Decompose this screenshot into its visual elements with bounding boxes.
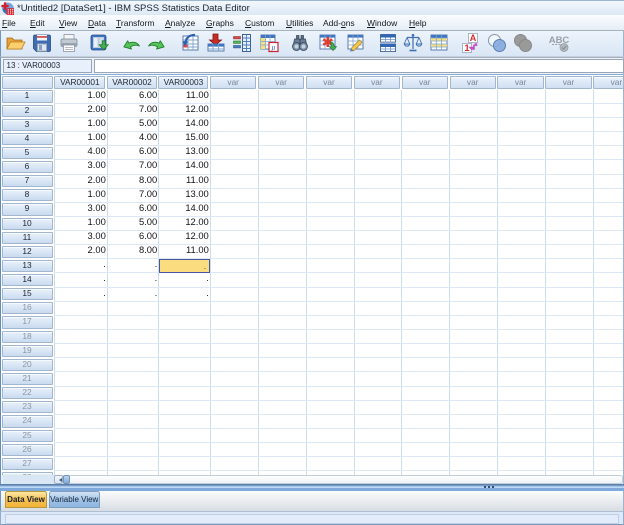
svg-text:µ: µ [271,43,275,52]
svg-text:A: A [470,33,477,43]
svg-text:1: 1 [464,43,469,53]
